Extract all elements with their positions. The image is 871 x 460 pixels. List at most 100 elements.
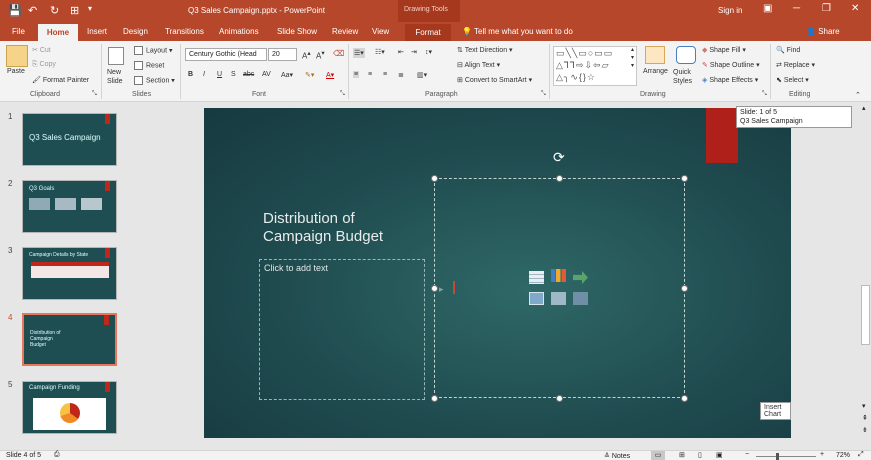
next-slide-icon[interactable]: ⇟	[862, 426, 868, 434]
align-left-icon[interactable]: ≡	[353, 71, 360, 78]
strikethrough-icon[interactable]: abc	[243, 71, 254, 78]
character-spacing-icon[interactable]: AV	[262, 71, 271, 78]
slide-thumbnail-1[interactable]: Q3 Sales Campaign	[22, 113, 117, 166]
sign-in-link[interactable]: Sign in	[718, 6, 742, 15]
numbering-icon[interactable]: ☷▾	[375, 48, 385, 56]
content-placeholder[interactable]: Click to add text	[259, 259, 425, 400]
scroll-up-icon[interactable]: ▴	[862, 104, 866, 112]
section-button[interactable]: Section ▾	[134, 76, 175, 85]
spell-check-icon[interactable]: ⎙	[54, 451, 60, 459]
previous-slide-icon[interactable]: ⇞	[862, 414, 868, 422]
clear-formatting-icon[interactable]: ⌫	[333, 49, 344, 58]
zoom-slider[interactable]	[756, 456, 816, 457]
paragraph-launcher-icon[interactable]: ⤡	[541, 91, 546, 98]
layout-button[interactable]: Layout ▾	[134, 46, 173, 55]
shadow-icon[interactable]: S	[231, 71, 236, 78]
insert-picture-icon[interactable]	[529, 292, 544, 305]
tab-design[interactable]: Design	[123, 27, 148, 36]
new-slide-button[interactable]: New Slide	[107, 68, 129, 86]
tab-transitions[interactable]: Transitions	[165, 27, 204, 36]
underline-icon[interactable]: U	[217, 71, 222, 78]
tab-file[interactable]: File	[12, 27, 25, 36]
align-text-button[interactable]: ⊟ Align Text ▾	[457, 61, 500, 69]
resize-handle[interactable]	[431, 395, 438, 402]
tab-home[interactable]: Home	[38, 24, 78, 41]
tell-me-box[interactable]: 💡 Tell me what you want to do	[462, 27, 573, 36]
slideshow-view-icon[interactable]: ▣	[716, 451, 723, 459]
insert-smartart-icon[interactable]	[573, 271, 588, 284]
slide-thumbnail-2[interactable]: Q3 Goals	[22, 180, 117, 233]
insert-table-icon[interactable]	[529, 271, 544, 284]
save-icon[interactable]: 💾	[8, 4, 22, 17]
collapse-ribbon-icon[interactable]: ⌃	[855, 91, 861, 99]
normal-view-icon[interactable]: ▭	[651, 451, 665, 460]
restore-icon[interactable]: ❐	[822, 3, 831, 14]
bullets-icon[interactable]: ☰▾	[353, 48, 365, 58]
format-painter-button[interactable]: 🖌 Format Painter	[32, 76, 89, 84]
decrease-indent-icon[interactable]: ⇤	[398, 48, 404, 56]
insert-video-icon[interactable]	[573, 292, 588, 305]
shape-outline-button[interactable]: ✎ Shape Outline ▾	[702, 61, 760, 69]
slide-thumbnail-3[interactable]: Campaign Details by State	[22, 247, 117, 300]
columns-icon[interactable]: ▥▾	[417, 71, 427, 79]
shapes-gallery[interactable]: ▭╲╲▭○▭▭ △⅂⅂⇨⇩⇦▱ △╮∿{}☆	[553, 46, 637, 86]
resize-handle[interactable]	[556, 395, 563, 402]
vertical-scrollbar[interactable]: ▴ ▾ ⇞ ⇟	[860, 102, 871, 450]
font-color-icon[interactable]: A▾	[326, 71, 334, 79]
select-button[interactable]: ⬉ Select ▾	[776, 76, 809, 84]
grow-font-icon[interactable]: A▴	[302, 49, 311, 61]
start-slideshow-icon[interactable]: ⊞	[70, 4, 79, 17]
change-case-icon[interactable]: Aa▾	[281, 71, 293, 79]
fit-to-window-icon[interactable]: ⤢	[858, 451, 864, 459]
tab-slide-show[interactable]: Slide Show	[277, 27, 317, 36]
paste-button[interactable]: Paste	[7, 68, 25, 75]
slide-sorter-icon[interactable]: ⊞	[679, 451, 685, 459]
copy-button[interactable]: ⎘ Copy	[32, 61, 56, 69]
justify-icon[interactable]: ≣	[398, 71, 404, 79]
tab-animations[interactable]: Animations	[219, 27, 259, 36]
new-slide-icon[interactable]	[108, 47, 124, 65]
slide-thumbnail-5[interactable]: Campaign Funding	[22, 381, 117, 434]
selected-placeholder[interactable]: ⟳	[431, 149, 688, 402]
resize-handle[interactable]	[431, 285, 438, 292]
clipboard-launcher-icon[interactable]: ⤡	[92, 91, 97, 98]
zoom-out-icon[interactable]: −	[745, 451, 749, 458]
line-spacing-icon[interactable]: ↕▾	[425, 48, 432, 56]
tab-review[interactable]: Review	[332, 27, 358, 36]
paste-icon[interactable]	[6, 45, 28, 67]
scroll-down-icon[interactable]: ▾	[862, 402, 866, 410]
insert-online-picture-icon[interactable]	[551, 292, 566, 305]
zoom-level[interactable]: 72%	[836, 452, 850, 459]
align-right-icon[interactable]: ≡	[383, 71, 387, 78]
redo-icon[interactable]: ↻	[50, 4, 59, 17]
shrink-font-icon[interactable]: A▾	[316, 49, 325, 61]
resize-handle[interactable]	[431, 175, 438, 182]
text-direction-button[interactable]: ⇅ Text Direction ▾	[457, 46, 513, 54]
increase-indent-icon[interactable]: ⇥	[411, 48, 417, 56]
zoom-in-icon[interactable]: +	[820, 451, 824, 458]
tab-view[interactable]: View	[372, 27, 389, 36]
ribbon-display-options-icon[interactable]: ▣	[763, 3, 772, 14]
reading-view-icon[interactable]: ▯	[698, 451, 702, 459]
slide-canvas[interactable]: Distribution of Campaign Budget Click to…	[204, 108, 791, 438]
arrange-icon[interactable]	[645, 46, 665, 64]
shape-effects-button[interactable]: ◈ Shape Effects ▾	[702, 76, 758, 84]
find-button[interactable]: 🔍 Find	[776, 46, 800, 54]
tab-insert[interactable]: Insert	[87, 27, 107, 36]
font-name-select[interactable]: Century Gothic (Head	[185, 48, 267, 61]
rotate-handle-icon[interactable]: ⟳	[553, 149, 565, 166]
scrollbar-thumb[interactable]	[861, 285, 870, 345]
resize-handle[interactable]	[556, 175, 563, 182]
zoom-slider-thumb[interactable]	[776, 453, 779, 460]
resize-handle[interactable]	[681, 175, 688, 182]
drawing-launcher-icon[interactable]: ⤡	[762, 91, 767, 98]
font-size-select[interactable]: 20	[268, 48, 297, 61]
minimize-icon[interactable]: ─	[793, 3, 800, 14]
shape-fill-button[interactable]: ◆ Shape Fill ▾	[702, 46, 746, 54]
cut-button[interactable]: ✂ Cut	[32, 46, 51, 54]
insert-chart-icon[interactable]	[551, 269, 566, 282]
slide-title[interactable]: Distribution of Campaign Budget	[263, 210, 423, 246]
close-icon[interactable]: ✕	[851, 3, 859, 14]
bold-icon[interactable]: B	[188, 71, 193, 78]
italic-icon[interactable]: I	[203, 71, 205, 78]
